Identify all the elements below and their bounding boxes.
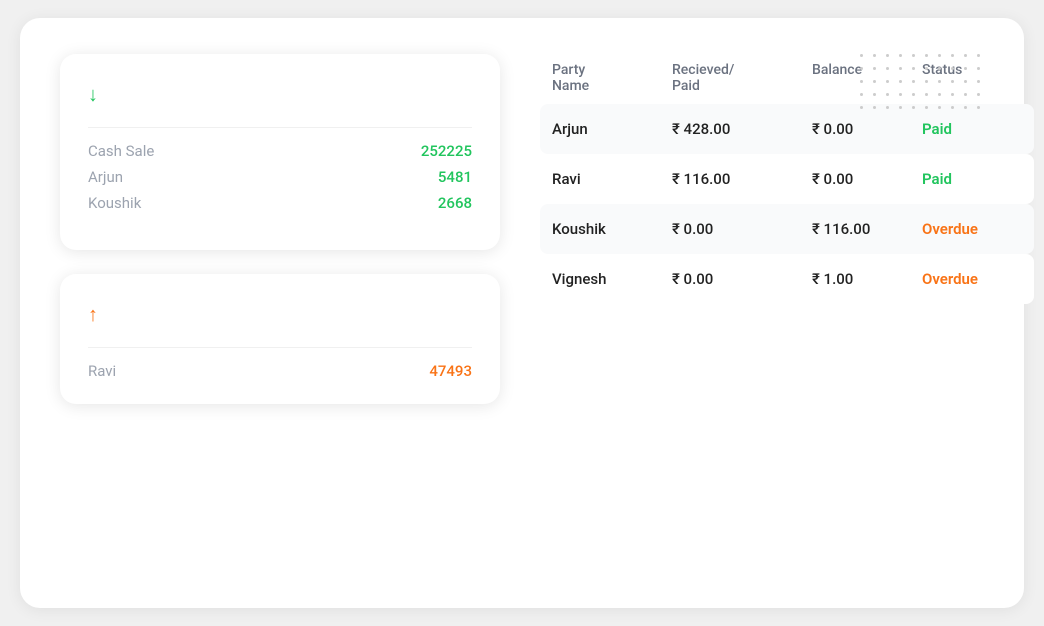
arrow-up-icon: ↑ — [88, 302, 98, 327]
table-row: Vignesh ₹ 0.00 ₹ 1.00 Overdue — [540, 254, 1034, 304]
cell-party: Koushik — [552, 220, 672, 238]
cell-received: ₹ 0.00 — [672, 220, 812, 238]
cell-balance: ₹ 0.00 — [812, 170, 922, 188]
status-badge: Paid — [922, 120, 1022, 138]
pay-row-ravi-label: Ravi — [88, 362, 116, 380]
left-column: ↓ Cash Sale 252225 Arjun 5481 Koushik 26… — [60, 54, 500, 572]
header-received: Recieved/Paid — [672, 62, 812, 94]
receive-row-cashsale-value: 252225 — [421, 142, 472, 160]
receive-row-arjun-label: Arjun — [88, 168, 123, 186]
cell-balance: ₹ 116.00 — [812, 220, 922, 238]
pay-row-ravi: Ravi 47493 — [88, 362, 472, 380]
dot-decoration: const dg = document.querySelector('.dot-… — [860, 54, 984, 113]
receive-row-cashsale-label: Cash Sale — [88, 142, 154, 160]
receive-row-arjun-value: 5481 — [438, 168, 472, 186]
pay-card-rows: Ravi 47493 — [88, 362, 472, 380]
receive-card-header: ↓ — [88, 82, 472, 107]
pay-card-header: ↑ — [88, 302, 472, 327]
receive-row-koushik: Koushik 2668 — [88, 194, 472, 212]
cell-party: Vignesh — [552, 270, 672, 288]
cell-received: ₹ 116.00 — [672, 170, 812, 188]
receive-row-koushik-label: Koushik — [88, 194, 141, 212]
pay-row-ravi-value: 47493 — [429, 362, 472, 380]
table-rows: Arjun ₹ 428.00 ₹ 0.00 Paid Ravi ₹ 116.00… — [540, 104, 1034, 304]
right-column: PartyName Recieved/Paid Balance Status A… — [540, 54, 1034, 572]
status-badge: Paid — [922, 170, 1022, 188]
receive-row-koushik-value: 2668 — [438, 194, 472, 212]
cell-balance: ₹ 1.00 — [812, 270, 922, 288]
receive-card: ↓ Cash Sale 252225 Arjun 5481 Koushik 26… — [60, 54, 500, 250]
table-row: Koushik ₹ 0.00 ₹ 116.00 Overdue — [540, 204, 1034, 254]
status-badge: Overdue — [922, 270, 1022, 288]
main-card: const dg = document.querySelector('.dot-… — [20, 18, 1024, 608]
arrow-down-icon: ↓ — [88, 82, 98, 107]
cell-balance: ₹ 0.00 — [812, 120, 922, 138]
cell-received: ₹ 428.00 — [672, 120, 812, 138]
pay-card: ↑ Ravi 47493 — [60, 274, 500, 404]
cell-received: ₹ 0.00 — [672, 270, 812, 288]
receive-row-cashsale: Cash Sale 252225 — [88, 142, 472, 160]
cell-party: Arjun — [552, 120, 672, 138]
receive-row-arjun: Arjun 5481 — [88, 168, 472, 186]
table-row: Ravi ₹ 116.00 ₹ 0.00 Paid — [540, 154, 1034, 204]
header-party: PartyName — [552, 62, 672, 94]
cell-party: Ravi — [552, 170, 672, 188]
receive-card-rows: Cash Sale 252225 Arjun 5481 Koushik 2668 — [88, 142, 472, 212]
status-badge: Overdue — [922, 220, 1022, 238]
